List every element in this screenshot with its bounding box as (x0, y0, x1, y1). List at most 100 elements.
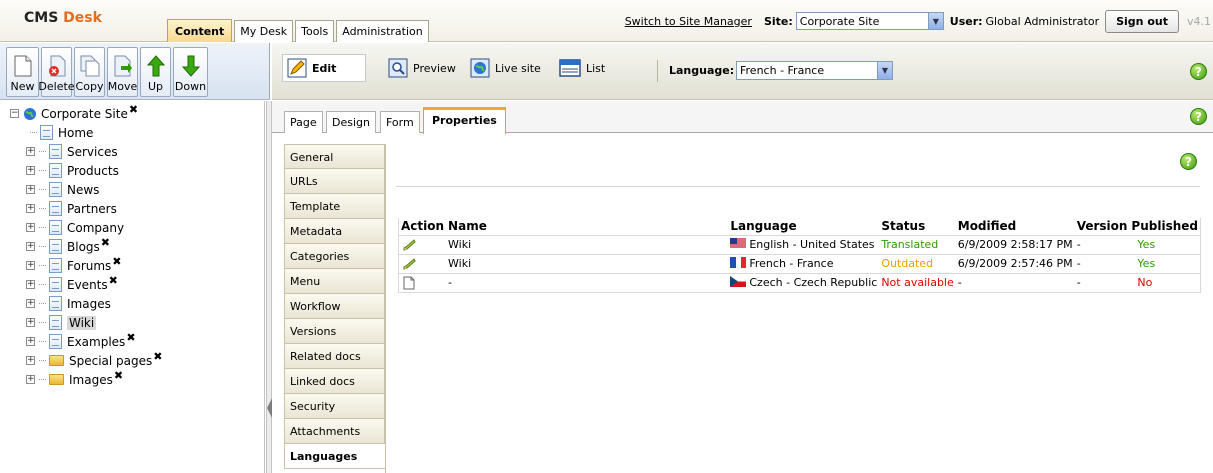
tree-item[interactable]: + Wiki (0, 313, 264, 332)
expand-icon[interactable]: + (26, 280, 35, 289)
tree-item-label: Company (67, 220, 125, 235)
tree-item[interactable]: + Partners (0, 199, 264, 218)
property-tab-categories[interactable]: Categories (284, 244, 385, 269)
expand-icon[interactable]: + (26, 299, 35, 308)
site-select[interactable]: Corporate Site ▼ (795, 12, 944, 30)
help-icon[interactable]: ? (1190, 108, 1207, 125)
live-site-button[interactable]: Live site (470, 54, 541, 82)
tab-form[interactable]: Form (380, 111, 420, 133)
action-cell (398, 272, 447, 293)
property-tab-attachments[interactable]: Attachments (284, 419, 385, 444)
languages-table-body: Wiki English - United States Translated 6/9… (398, 234, 1201, 293)
property-tab-template[interactable]: Template (284, 194, 385, 219)
tree-item[interactable]: + Images ✖ (0, 369, 264, 389)
fr-flag-icon (730, 257, 747, 268)
collapse-icon[interactable]: − (10, 109, 19, 118)
tree-item[interactable]: Home (0, 123, 264, 142)
language-cell: Czech - Czech Republic (728, 272, 880, 293)
language-cell: French - France (728, 253, 880, 273)
expand-icon[interactable]: + (26, 375, 35, 384)
status-cell: Not available (879, 272, 956, 293)
delete-button[interactable]: Delete (38, 47, 75, 97)
copy-button[interactable]: Copy (74, 47, 105, 97)
list-button[interactable]: List (559, 54, 605, 82)
tree-item[interactable]: + News (0, 180, 264, 199)
unpublished-marker-icon: ✖ (100, 236, 110, 249)
expand-icon[interactable]: + (26, 337, 35, 346)
tab-my-desk[interactable]: My Desk (234, 20, 294, 42)
new-document-icon[interactable] (402, 276, 416, 290)
down-button[interactable]: Down (173, 47, 208, 97)
tab-content[interactable]: Content (167, 19, 233, 42)
language-select[interactable]: French - France ▼ (736, 61, 893, 80)
language-label: Language: (669, 64, 735, 77)
help-icon[interactable]: ? (1180, 153, 1197, 170)
tree-root[interactable]: − Corporate Site ✖ (0, 103, 264, 123)
expand-icon[interactable]: + (26, 356, 35, 365)
version-label: v4.1 (1186, 14, 1211, 28)
expand-icon[interactable]: + (26, 147, 35, 156)
edit-icon[interactable] (402, 238, 416, 252)
tree-item[interactable]: + Company (0, 218, 264, 237)
page-icon (49, 239, 62, 254)
up-button[interactable]: Up (140, 47, 171, 97)
tree-item[interactable]: + Forums ✖ (0, 255, 264, 275)
edit-icon[interactable] (402, 257, 416, 271)
tab-administration[interactable]: Administration (336, 20, 429, 42)
tree-item[interactable]: + Services (0, 142, 264, 161)
tree-item-label: Examples (67, 334, 126, 349)
tree-root-label: Corporate Site (41, 106, 128, 121)
property-tab-urls[interactable]: URLs (284, 169, 385, 194)
property-tab-menu[interactable]: Menu (284, 269, 385, 294)
preview-button[interactable]: Preview (388, 54, 456, 82)
sign-out-button[interactable]: Sign out (1105, 9, 1179, 33)
tab-design[interactable]: Design (326, 111, 376, 133)
tree-item-label: Wiki (67, 315, 97, 330)
tab-tools[interactable]: Tools (295, 20, 335, 42)
pane-splitter[interactable] (266, 101, 272, 473)
expand-icon[interactable]: + (26, 185, 35, 194)
property-tab-metadata[interactable]: Metadata (284, 219, 385, 244)
property-tab-workflow[interactable]: Workflow (284, 294, 385, 319)
tree-item[interactable]: + Events ✖ (0, 274, 264, 294)
property-tab-related-docs[interactable]: Related docs (284, 344, 385, 369)
new-button[interactable]: New (6, 47, 39, 97)
unpublished-marker-icon: ✖ (113, 369, 124, 382)
document-toolbar: New Delete Copy Move Up Down (0, 43, 270, 100)
tree-item-label: News (67, 182, 100, 197)
collapse-pane-icon[interactable] (267, 398, 272, 418)
move-button[interactable]: Move (107, 47, 138, 97)
expand-icon[interactable]: + (26, 261, 35, 270)
header-right: Switch to Site Manager Site: Corporate S… (625, 9, 1213, 33)
tree-item[interactable]: + Images (0, 294, 264, 313)
page-icon (49, 315, 62, 330)
expand-icon[interactable]: + (26, 204, 35, 213)
property-tab-general[interactable]: General (284, 144, 385, 169)
tab-properties[interactable]: Properties (423, 107, 506, 134)
new-button-label: New (10, 80, 35, 93)
tab-page[interactable]: Page (284, 111, 323, 133)
tree-connector (39, 265, 46, 266)
tree-item[interactable]: + Blogs ✖ (0, 236, 264, 256)
property-tab-languages[interactable]: Languages (284, 444, 385, 469)
tree-item[interactable]: + Examples ✖ (0, 331, 264, 351)
tree-item[interactable]: + Special pages ✖ (0, 350, 264, 370)
property-tab-versions[interactable]: Versions (284, 319, 385, 344)
page-icon (40, 125, 53, 140)
edit-pencil-icon (287, 58, 307, 78)
expand-icon[interactable]: + (26, 318, 35, 327)
published-cell: Yes (1129, 234, 1201, 254)
property-tab-linked-docs[interactable]: Linked docs (284, 369, 385, 394)
help-icon[interactable]: ? (1190, 63, 1207, 80)
switch-to-site-manager-link[interactable]: Switch to Site Manager (625, 15, 752, 28)
folder-icon (49, 374, 64, 385)
expand-icon[interactable]: + (26, 166, 35, 175)
section-divider (396, 186, 1200, 187)
edit-button[interactable]: Edit (282, 54, 366, 82)
tree-item[interactable]: + Products (0, 161, 264, 180)
property-tab-security[interactable]: Security (284, 394, 385, 419)
expand-icon[interactable]: + (26, 242, 35, 251)
expand-icon[interactable]: + (26, 223, 35, 232)
site-select-value: Corporate Site (799, 14, 880, 28)
globe-icon (24, 107, 36, 120)
